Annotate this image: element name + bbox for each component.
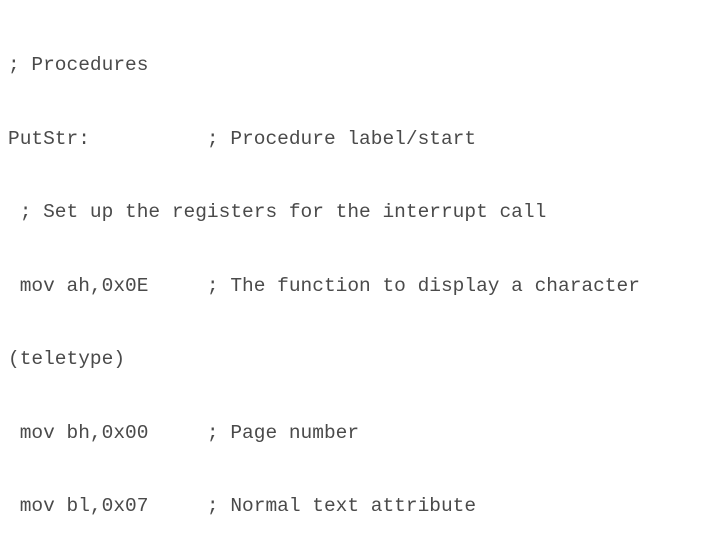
code-line-putstr-label: PutStr: ; Procedure label/start bbox=[8, 127, 477, 150]
code-line-mov-bh: mov bh,0x00 ; Page number bbox=[8, 421, 360, 444]
code-line-procedures-comment: ; Procedures bbox=[8, 54, 149, 76]
code-line-mov-bl: mov bl,0x07 ; Normal text attribute bbox=[8, 495, 477, 517]
code-line-teletype-wrap: (teletype) bbox=[8, 348, 126, 370]
code-line-setup-comment: ; Set up the registers for the interrupt… bbox=[8, 201, 547, 223]
code-line-mov-ah: mov ah,0x0E ; The function to display a … bbox=[8, 274, 640, 297]
code-listing: ; Procedures PutStr: ; Procedure label/s… bbox=[8, 4, 640, 543]
